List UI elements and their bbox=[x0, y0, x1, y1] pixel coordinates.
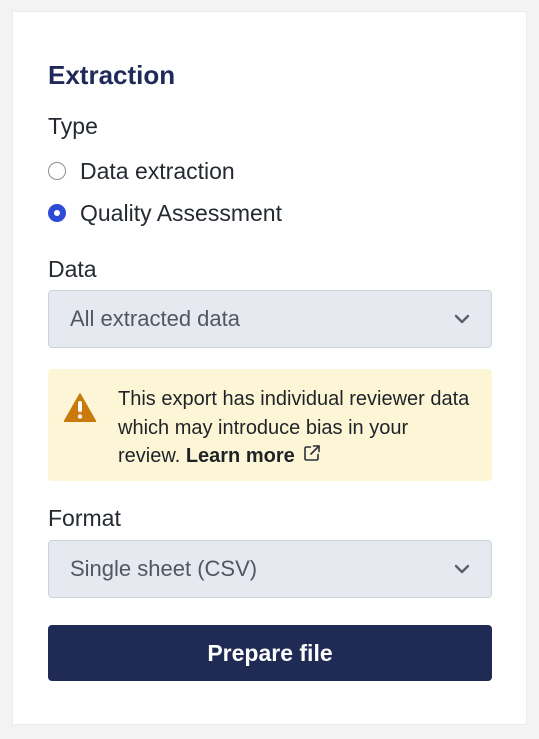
bias-warning: This export has individual reviewer data… bbox=[48, 369, 492, 481]
panel-content: Extraction Type Data extraction Quality … bbox=[48, 60, 492, 681]
chevron-down-icon bbox=[451, 308, 473, 330]
warning-triangle-icon bbox=[62, 389, 98, 425]
chevron-down-icon bbox=[451, 558, 473, 580]
learn-more-link[interactable]: Learn more bbox=[186, 445, 322, 467]
external-link-icon bbox=[302, 443, 322, 463]
radio-option-data-extraction[interactable]: Data extraction bbox=[48, 150, 492, 192]
radio-option-quality-assessment[interactable]: Quality Assessment bbox=[48, 192, 492, 234]
radio-label-data-extraction: Data extraction bbox=[80, 158, 235, 184]
learn-more-label: Learn more bbox=[185, 445, 295, 467]
data-label: Data bbox=[48, 256, 97, 282]
extraction-panel: Extraction Type Data extraction Quality … bbox=[13, 12, 526, 724]
radio-label-quality-assessment: Quality Assessment bbox=[80, 200, 282, 226]
prepare-file-button[interactable]: Prepare file bbox=[48, 625, 492, 681]
warning-message: This export has individual reviewer data… bbox=[118, 385, 474, 469]
data-select-value: All extracted data bbox=[70, 306, 240, 331]
data-select[interactable]: All extracted data bbox=[48, 290, 492, 348]
format-select-value: Single sheet (CSV) bbox=[70, 556, 258, 581]
radio-button-checked[interactable] bbox=[48, 204, 66, 222]
type-label: Type bbox=[48, 113, 98, 139]
page: Extraction Type Data extraction Quality … bbox=[0, 0, 539, 739]
radio-button-unchecked[interactable] bbox=[48, 162, 66, 180]
panel-title: Extraction bbox=[48, 60, 176, 90]
format-select[interactable]: Single sheet (CSV) bbox=[48, 540, 492, 598]
format-label: Format bbox=[48, 505, 121, 531]
type-radio-group: Data extraction Quality Assessment bbox=[48, 150, 492, 234]
